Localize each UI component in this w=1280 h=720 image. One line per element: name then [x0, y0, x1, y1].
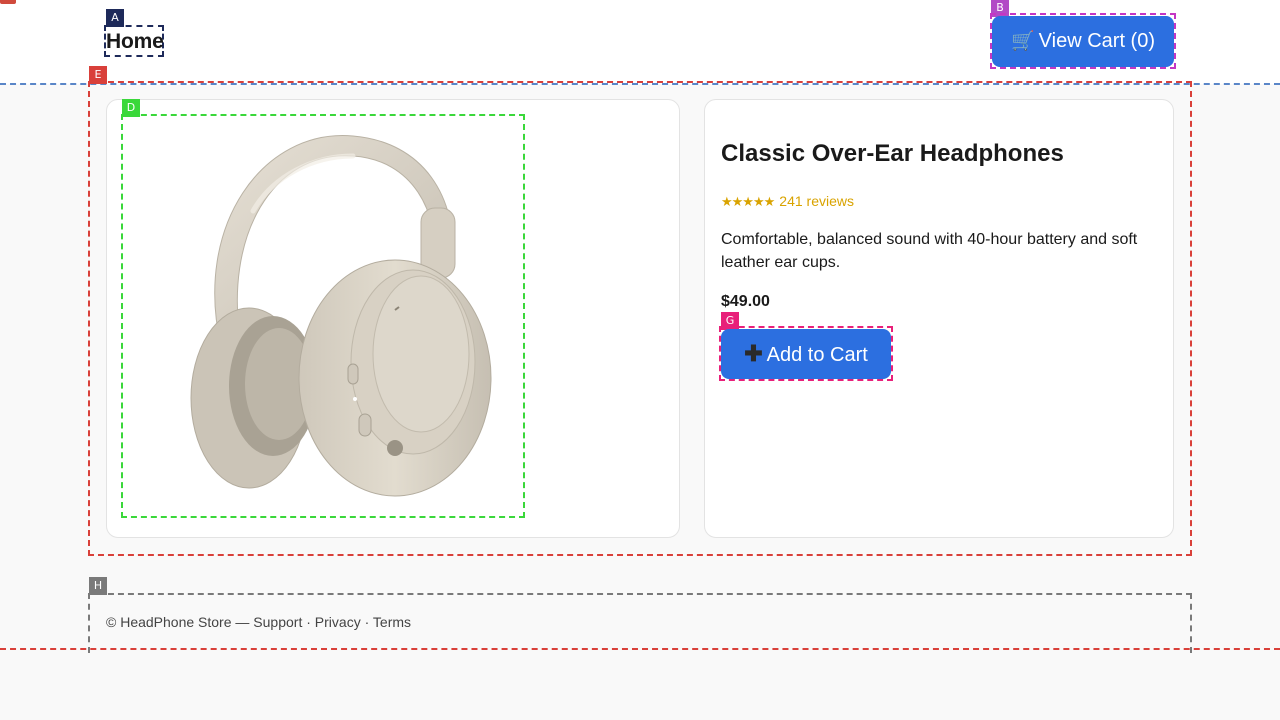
add-to-cart-label: Add to Cart: [766, 344, 868, 366]
view-cart-label: View Cart (0): [1038, 30, 1155, 52]
product-price: $49.00: [721, 293, 770, 310]
product-description: Comfortable, balanced sound with 40-hour…: [721, 231, 1138, 271]
product-title: Classic Over-Ear Headphones: [721, 140, 1064, 167]
footer-link-privacy[interactable]: Privacy: [315, 614, 361, 630]
add-to-cart-button[interactable]: ✚ Add to Cart: [721, 329, 891, 379]
star-rating-icon: ★★★★★: [721, 195, 775, 210]
footer: © HeadPhone Store — Support · Privacy · …: [106, 613, 411, 631]
home-link[interactable]: Home: [106, 29, 164, 55]
plus-icon: ✚: [744, 341, 763, 366]
corner-marker: [0, 0, 16, 4]
product-image: [190, 135, 492, 497]
footer-separator: ·: [302, 614, 315, 630]
footer-copyright: © HeadPhone Store —: [106, 614, 254, 630]
view-cart-button[interactable]: 🛒 View Cart (0): [992, 16, 1174, 67]
footer-link-terms[interactable]: Terms: [373, 614, 411, 630]
reviews-link[interactable]: 241 reviews: [779, 193, 854, 209]
footer-separator: ·: [360, 614, 373, 630]
shopping-cart-icon: 🛒: [1011, 30, 1035, 52]
page-bottom-divider: [0, 648, 1280, 650]
product-rating: ★★★★★ 241 reviews: [721, 192, 854, 212]
footer-link-support[interactable]: Support: [253, 614, 302, 630]
